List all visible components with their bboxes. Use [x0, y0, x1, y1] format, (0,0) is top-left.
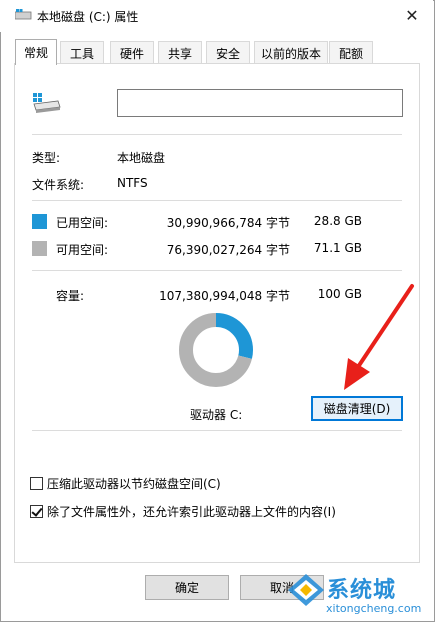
drive-title-icon	[15, 9, 32, 20]
compress-option[interactable]: 压缩此驱动器以节约磁盘空间(C)	[30, 475, 221, 492]
type-label: 类型:	[32, 151, 61, 165]
disk-cleanup-button[interactable]: 磁盘清理(D)	[311, 396, 403, 421]
type-value: 本地磁盘	[117, 151, 166, 165]
used-space-bytes: 30,990,966,784 字节	[166, 216, 290, 230]
capacity-label: 容量:	[56, 289, 85, 303]
drive-name-input[interactable]	[117, 89, 403, 117]
watermark-url: xitongcheng.com	[326, 602, 422, 615]
free-space-swatch	[32, 241, 47, 256]
tab-quota[interactable]: 配额	[329, 41, 373, 64]
usage-donut-chart	[179, 313, 253, 387]
separator	[32, 200, 402, 201]
tab-sharing[interactable]: 共享	[158, 41, 202, 64]
tab-hardware[interactable]: 硬件	[110, 41, 154, 64]
close-button[interactable]: ✕	[398, 4, 426, 26]
filesystem-value: NTFS	[117, 176, 148, 190]
separator	[32, 134, 402, 135]
title-bar[interactable]: 本地磁盘 (C:) 属性 ✕	[0, 0, 433, 32]
separator	[32, 430, 402, 431]
used-space-label: 已用空间:	[56, 216, 109, 230]
ok-button[interactable]: 确定	[145, 575, 229, 600]
compress-label: 压缩此驱动器以节约磁盘空间(C)	[47, 477, 221, 491]
separator	[32, 270, 402, 271]
drive-label: 驱动器 C:	[190, 408, 243, 422]
free-space-size: 71.1 GB	[313, 241, 362, 255]
used-space-swatch	[32, 214, 47, 229]
watermark-brand: 系统城	[327, 578, 397, 603]
index-checkbox[interactable]	[30, 505, 43, 518]
tab-tools[interactable]: 工具	[60, 41, 104, 64]
free-space-label: 可用空间:	[56, 243, 109, 257]
tab-previous-versions[interactable]: 以前的版本	[254, 41, 328, 64]
filesystem-label: 文件系统:	[32, 178, 85, 192]
window-title: 本地磁盘 (C:) 属性	[37, 10, 139, 24]
red-arrow-annotation	[344, 284, 414, 390]
capacity-bytes: 107,380,994,048 字节	[159, 289, 290, 303]
close-icon: ✕	[405, 5, 419, 25]
used-space-size: 28.8 GB	[313, 214, 362, 228]
drive-icon	[33, 93, 61, 113]
tab-general[interactable]: 常规	[15, 39, 57, 65]
compress-checkbox[interactable]	[30, 477, 43, 490]
index-option[interactable]: 除了文件属性外，还允许索引此驱动器上文件的内容(I)	[30, 503, 336, 520]
free-space-bytes: 76,390,027,264 字节	[166, 243, 290, 257]
tab-security[interactable]: 安全	[206, 41, 250, 64]
index-label: 除了文件属性外，还允许索引此驱动器上文件的内容(I)	[47, 505, 336, 519]
